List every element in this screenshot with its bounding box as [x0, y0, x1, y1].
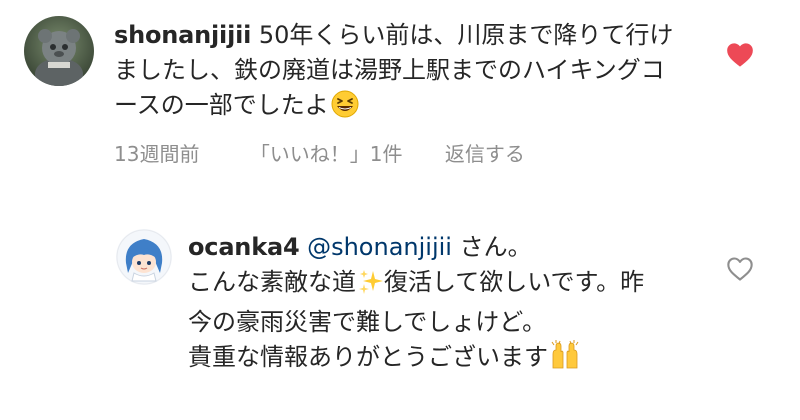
raising-hands-emoji	[550, 340, 580, 380]
reply-button[interactable]: 返信する	[445, 138, 525, 167]
comment-message-part: こんな素敵な道	[188, 268, 356, 296]
username-link[interactable]: shonanjijii	[114, 21, 251, 49]
mention-link[interactable]: @shonanjijii	[307, 233, 452, 261]
comment-message-part: さん。	[451, 233, 532, 261]
comment: shonanjijii 50年くらい前は、川原まで降りて行けましたし、鉄の廃道は…	[0, 0, 800, 200]
avatar[interactable]	[116, 229, 172, 285]
timestamp[interactable]: 13週間前	[114, 138, 199, 167]
reply-comment: ocanka4 @shonanjijii さん。 こんな素敵な道 復活して欲しいで…	[0, 200, 800, 420]
comment-message-part: 貴重な情報ありがとうございます	[188, 343, 548, 371]
likes-count-button[interactable]: 「いいね！」1件	[250, 138, 403, 167]
comment-text: shonanjijii 50年くらい前は、川原まで降りて行けましたし、鉄の廃道は…	[114, 18, 674, 128]
like-button[interactable]	[726, 256, 754, 282]
comment-meta: 13週間前 「いいね！」1件 返信する	[114, 138, 525, 167]
heart-outline-icon	[726, 257, 754, 286]
heart-filled-icon	[726, 43, 754, 72]
like-button[interactable]	[726, 42, 754, 68]
username-link[interactable]: ocanka4	[188, 233, 300, 261]
grinning-squinting-face-emoji	[331, 90, 359, 128]
comment-text: ocanka4 @shonanjijii さん。 こんな素敵な道 復活して欲しいで…	[188, 230, 668, 380]
sparkles-emoji	[358, 269, 384, 305]
avatar[interactable]	[24, 16, 94, 86]
